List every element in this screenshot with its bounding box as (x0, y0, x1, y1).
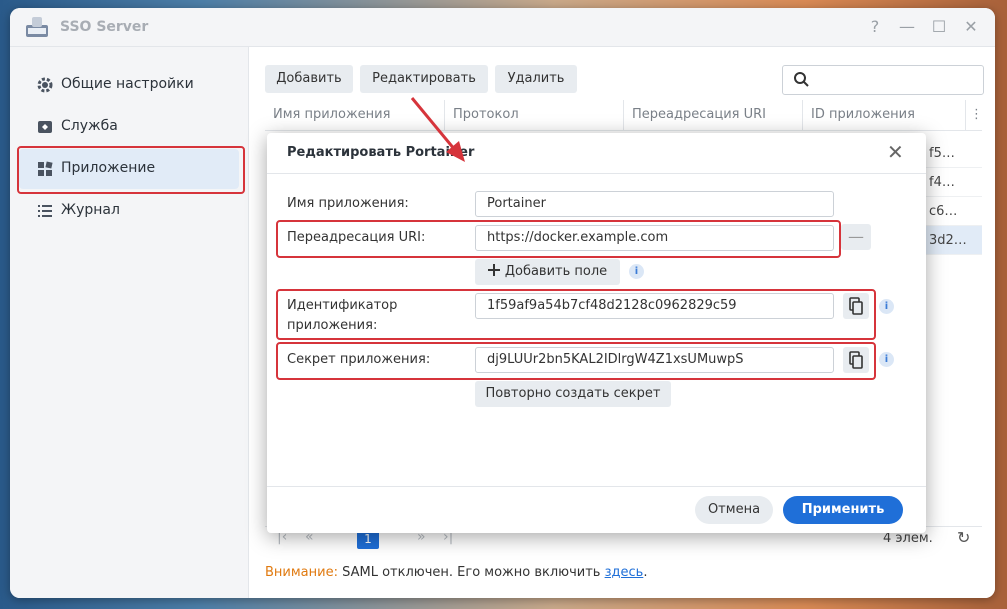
saml-notice: Внимание: SAML отключен. Его можно включ… (265, 565, 647, 580)
sidebar-item-label: Общие настройки (61, 76, 194, 92)
copy-icon (849, 297, 863, 315)
notice-end: . (643, 565, 648, 580)
sidebar-item-general-settings[interactable]: Общие настройки (19, 65, 239, 105)
divider (267, 173, 926, 174)
minimize-icon[interactable]: — (896, 16, 918, 38)
service-icon (38, 121, 52, 133)
sidebar-item-label: Журнал (61, 202, 120, 218)
title-bar[interactable]: SSO Server ? — ☐ ✕ (10, 8, 995, 47)
item-count: 4 элем. (883, 531, 933, 546)
warning-label: Внимание: (265, 565, 338, 580)
sso-app-icon (26, 17, 48, 37)
sidebar-item-log[interactable]: Журнал (19, 191, 239, 231)
copy-icon (849, 351, 863, 369)
list-icon (38, 205, 52, 217)
table-header: Имя приложения Протокол Переадресация UR… (265, 100, 983, 131)
search-input[interactable] (782, 65, 984, 95)
column-app-name[interactable]: Имя приложения (265, 100, 445, 130)
refresh-icon[interactable]: ↻ (957, 528, 970, 547)
sidebar-item-label: Служба (61, 118, 118, 134)
column-redirect-uri[interactable]: Переадресация URI (624, 100, 803, 130)
info-icon[interactable]: i (879, 299, 894, 314)
delete-button[interactable]: Удалить (495, 65, 577, 93)
dialog-title: Редактировать Portainer (287, 145, 475, 160)
table-row-selected[interactable]: 3d2… (925, 226, 982, 255)
app-name-input[interactable]: Portainer (475, 191, 834, 217)
copy-secret-button[interactable] (843, 347, 869, 373)
info-icon[interactable]: i (629, 264, 644, 279)
table-row[interactable]: c6… (925, 197, 982, 226)
app-id-input[interactable]: 1f59af9a54b7cf48d2128c0962829c59 (475, 293, 834, 319)
redirect-uri-input[interactable]: https://docker.example.com (475, 225, 834, 251)
add-button[interactable]: Добавить (265, 65, 353, 93)
enable-saml-link[interactable]: здесь (605, 565, 644, 580)
table-row[interactable]: f4… (925, 168, 982, 197)
redirect-uri-label: Переадресация URI: (287, 230, 426, 245)
sidebar: Общие настройки Служба Приложение Журнал (10, 47, 249, 598)
divider (267, 486, 926, 487)
secret-label: Секрет приложения: (287, 352, 431, 367)
add-field-button[interactable]: Добавить поле (475, 259, 620, 285)
secret-input[interactable]: dj9LUUr2bn5KAL2IDlrgW4Z1xsUMuwpS (475, 347, 834, 373)
close-dialog-icon[interactable]: ✕ (887, 140, 904, 164)
search-icon (794, 72, 809, 87)
edit-button[interactable]: Редактировать (360, 65, 488, 93)
plus-icon (487, 264, 500, 276)
notice-text: SAML отключен. Его можно включить (337, 565, 605, 580)
add-field-label: Добавить поле (504, 264, 608, 279)
help-icon[interactable]: ? (864, 16, 886, 38)
table-row[interactable]: f5… (925, 139, 982, 168)
regenerate-secret-button[interactable]: Повторно создать секрет (475, 381, 671, 407)
app-title: SSO Server (60, 19, 149, 35)
column-menu-icon[interactable]: ⋮ (966, 100, 983, 130)
edit-dialog: Редактировать Portainer ✕ Имя приложения… (267, 133, 926, 533)
info-icon[interactable]: i (879, 352, 894, 367)
copy-app-id-button[interactable] (843, 293, 869, 319)
close-window-icon[interactable]: ✕ (960, 16, 982, 38)
sidebar-item-application[interactable]: Приложение (19, 149, 239, 189)
cancel-button[interactable]: Отмена (695, 496, 773, 524)
remove-field-button[interactable]: — (841, 224, 871, 250)
app-id-label: Идентификатор приложения: (287, 298, 398, 333)
maximize-icon[interactable]: ☐ (928, 16, 950, 38)
app-name-label: Имя приложения: (287, 196, 409, 211)
column-protocol[interactable]: Протокол (445, 100, 624, 130)
sidebar-item-service[interactable]: Служба (19, 107, 239, 147)
column-app-id[interactable]: ID приложения (803, 100, 966, 130)
apps-grid-icon (38, 161, 53, 176)
gear-icon (37, 77, 53, 93)
sidebar-item-label: Приложение (61, 160, 156, 176)
apply-button[interactable]: Применить (783, 496, 903, 524)
